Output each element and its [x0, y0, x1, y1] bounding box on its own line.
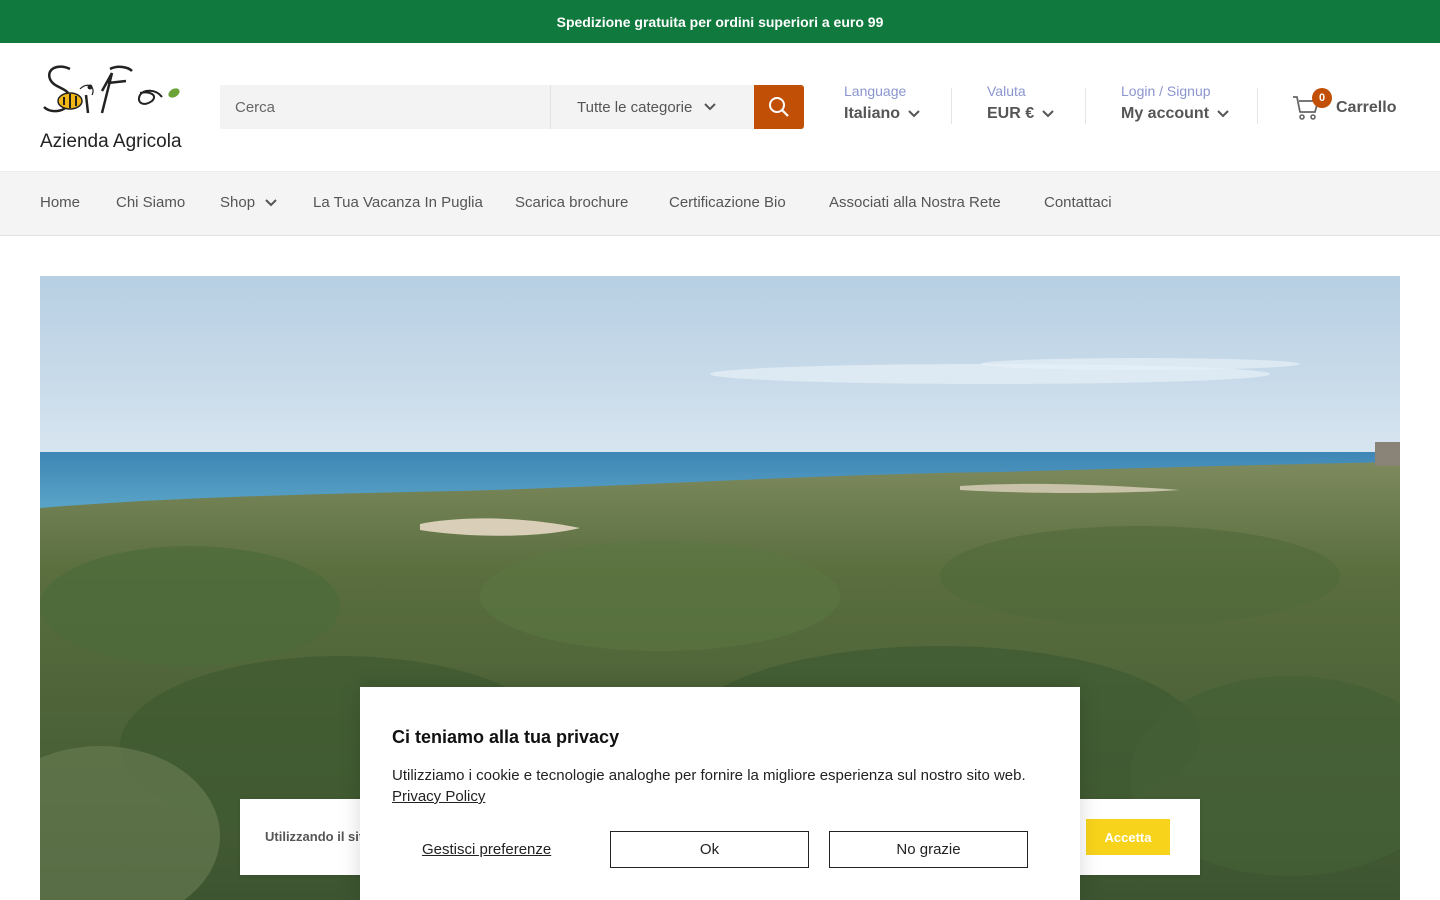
ok-button[interactable]: Ok	[610, 831, 809, 868]
nav-item-vacanza-puglia[interactable]: La Tua Vacanza In Puglia	[313, 194, 483, 211]
logo-mark	[43, 65, 180, 114]
nav-item-associati[interactable]: Associati alla Nostra Rete	[829, 194, 1001, 211]
announcement-bar: Spedizione gratuita per ordini superiori…	[0, 0, 1440, 43]
chevron-down-icon	[1042, 110, 1054, 118]
chevron-down-icon	[908, 110, 920, 118]
nav-item-shop[interactable]: Shop	[220, 194, 277, 211]
nav-item-shop-label: Shop	[220, 194, 256, 211]
header: Azienda Agricola Tutte le categorie Lang…	[0, 43, 1440, 171]
my-account-label: My account	[1121, 105, 1210, 122]
nav-item-certificazione-bio[interactable]: Certificazione Bio	[669, 194, 786, 211]
chevron-down-icon	[265, 198, 277, 206]
language-selector[interactable]: Language Italiano	[844, 83, 920, 123]
cookie-bar-text: Utilizzando il sito	[265, 829, 372, 844]
divider	[1257, 88, 1258, 124]
privacy-modal: Ci teniamo alla tua privacy Utilizziamo …	[360, 687, 1080, 900]
privacy-policy-link[interactable]: Privacy Policy	[392, 788, 485, 805]
logo[interactable]: Azienda Agricola	[40, 61, 185, 153]
chevron-down-icon	[704, 103, 717, 111]
decline-button[interactable]: No grazie	[829, 831, 1028, 868]
nav-item-home[interactable]: Home	[40, 194, 80, 211]
nav-item-contattaci[interactable]: Contattaci	[1044, 194, 1112, 211]
currency-label: Valuta	[987, 83, 1026, 99]
search-bar: Tutte le categorie	[220, 85, 804, 129]
currency-value: EUR €	[987, 105, 1035, 122]
category-select-label: Tutte le categorie	[577, 98, 693, 116]
logo-text: Azienda Agricola	[40, 131, 182, 152]
main-nav: Home Chi Siamo Shop La Tua Vacanza In Pu…	[0, 171, 1440, 236]
category-select[interactable]: Tutte le categorie	[550, 85, 754, 129]
divider	[1085, 88, 1086, 124]
manage-preferences-link[interactable]: Gestisci preferenze	[422, 841, 551, 858]
currency-selector[interactable]: Valuta EUR €	[987, 83, 1054, 123]
search-input[interactable]	[220, 85, 550, 129]
nav-item-scarica-brochure[interactable]: Scarica brochure	[515, 194, 628, 211]
cart-button[interactable]: 0 Carrello	[1292, 88, 1397, 121]
announcement-text: Spedizione gratuita per ordini superiori…	[556, 13, 884, 30]
chevron-down-icon	[1217, 110, 1229, 118]
privacy-modal-title: Ci teniamo alla tua privacy	[392, 727, 620, 747]
account-menu[interactable]: Login / Signup My account	[1121, 83, 1229, 123]
nav-item-chi-siamo[interactable]: Chi Siamo	[116, 194, 185, 211]
login-signup-link[interactable]: Login / Signup	[1121, 83, 1229, 99]
privacy-modal-text: Utilizziamo i cookie e tecnologie analog…	[392, 767, 1026, 784]
privacy-modal-body: Utilizziamo i cookie e tecnologie analog…	[392, 765, 1052, 807]
cart-count-badge: 0	[1312, 88, 1332, 108]
cart-label: Carrello	[1336, 99, 1397, 116]
language-label: Language	[844, 83, 907, 99]
divider	[951, 88, 952, 124]
search-icon	[769, 97, 789, 117]
search-button[interactable]	[754, 85, 804, 129]
language-value: Italiano	[844, 105, 901, 122]
accept-cookies-button[interactable]: Accetta	[1086, 819, 1170, 855]
